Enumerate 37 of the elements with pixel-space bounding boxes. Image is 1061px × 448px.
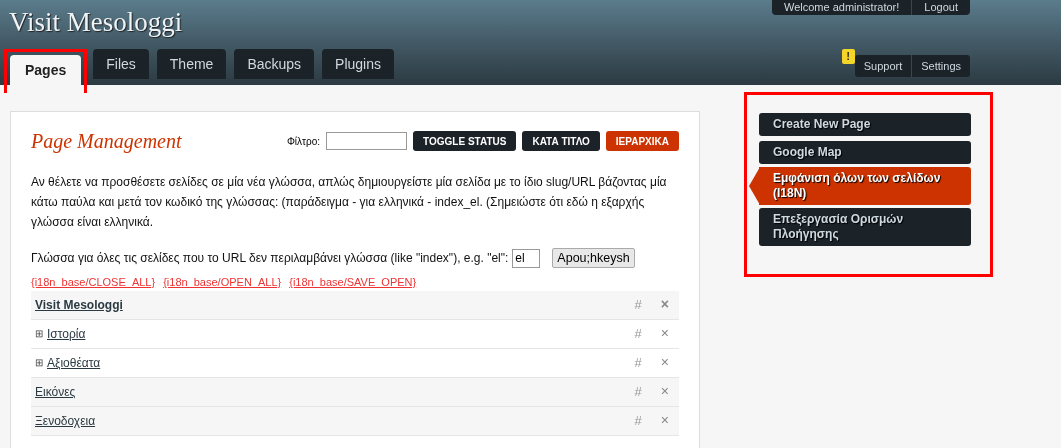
nav-tab[interactable]: Files (93, 49, 149, 79)
tree-link[interactable]: {i18n_base/CLOSE_ALL} (31, 274, 156, 291)
page-link[interactable]: Ξενοδοχεια (35, 411, 96, 430)
page-link[interactable]: Αξιοθέατα (47, 353, 101, 372)
nav-tab[interactable]: Theme (156, 49, 227, 79)
user-menu-link[interactable]: Welcome administrator! (772, 0, 912, 15)
tree-link[interactable]: {i18n_base/OPEN_ALL} (163, 274, 282, 291)
utility-link[interactable]: Support (854, 55, 912, 77)
language-field[interactable]: el (512, 248, 541, 268)
expand-toggle[interactable]: ⊞ (35, 355, 43, 370)
panel-title: Page Management (31, 129, 182, 155)
delete-button[interactable]: × (660, 323, 669, 344)
user-menu-link[interactable]: Logout (911, 0, 970, 15)
save-button[interactable]: Apou;hkeysh (552, 248, 635, 268)
page-link[interactable]: Ιστορία (47, 324, 86, 343)
sidebar-item[interactable]: Επεξεργασία Ορισμών Πλοήγησης (759, 208, 971, 246)
nav-tab[interactable]: Backups (234, 49, 315, 79)
delete-button[interactable]: × (660, 352, 669, 373)
alert-badge: ! (841, 49, 855, 64)
sidebar-item[interactable]: Create New Page (759, 113, 971, 136)
sort-button[interactable]: TOGGLE STATUS (413, 131, 517, 151)
language-label: Γλώσσα για όλες τις σελίδες που το URL δεν περιλαμβάνει γλώσσα (like "index"), e.g. "el": (31, 250, 509, 267)
site-title[interactable]: Visit Mesologgi (0, 0, 183, 43)
sort-button[interactable]: ΙΕΡΑΡΧΙΚΑ (605, 131, 679, 151)
nav-tab[interactable]: Plugins (322, 49, 394, 79)
expand-toggle[interactable]: ⊞ (35, 326, 43, 341)
intro-paragraph: Αν θέλετε να προσθέσετε σελίδες σε μία νέα γλώσσα, απλώς δημιουργείστε μία σελίδα με το ίδιο slug/URL βάζοντας μία κάτω παύλα και μετά τον κωδικό της γλώσσας: (παράδειγμα - για ελληνικά - index_el. (Σημειώστε ότι εδώ η εξαρχής γλώσσα είναι ελληνικά. (31, 174, 668, 231)
utility-link[interactable]: Settings (911, 55, 970, 77)
page-link[interactable]: Visit Mesologgi (35, 295, 123, 314)
sidebar-item[interactable]: Google Map (759, 141, 971, 164)
filter-label: Φίλτρο: (286, 134, 321, 149)
pointer-icon (749, 167, 760, 205)
tree-link[interactable]: {i18n_base/SAVE_OPEN} (289, 274, 417, 291)
nav-tab[interactable]: Pages (10, 55, 82, 85)
page-link[interactable]: Εικόνες (35, 382, 76, 401)
sort-button[interactable]: ΚΑΤΑ ΤΙΤΛΟ (522, 131, 600, 151)
filter-field[interactable] (326, 132, 408, 150)
